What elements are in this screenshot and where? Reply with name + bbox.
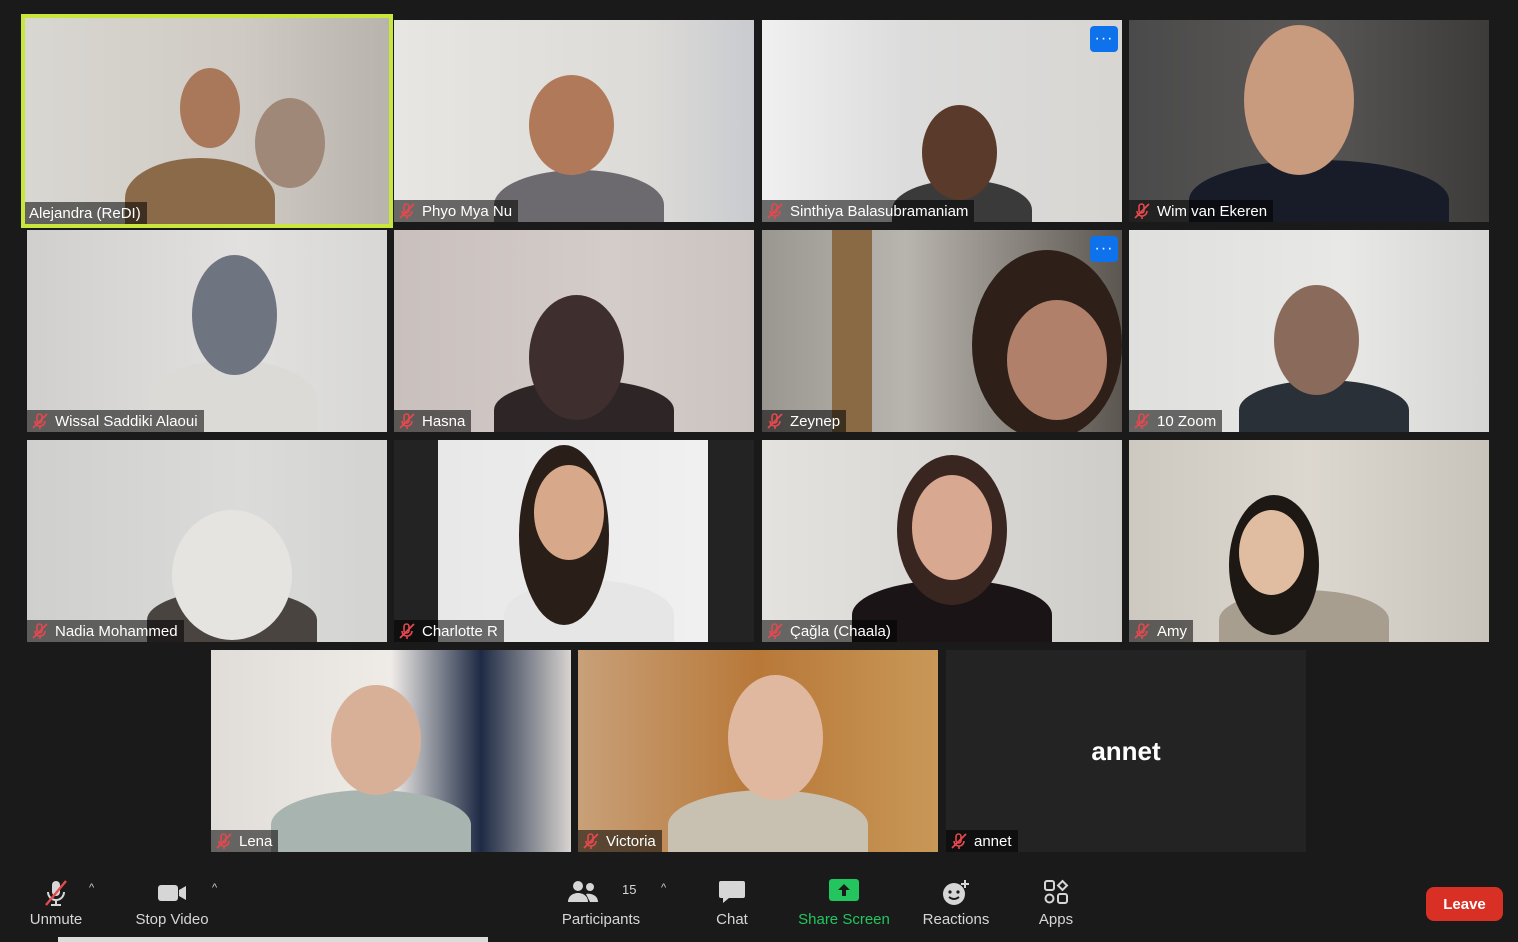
meeting-toolbar: Unmute ^ Stop Video ^ 15 Participants ^ … — [0, 870, 1518, 942]
taskbar-strip — [58, 937, 488, 942]
video-tile-annet[interactable]: annet annet — [946, 650, 1306, 852]
participant-name-bar: Zeynep — [762, 410, 847, 432]
apps-button[interactable]: Apps — [1030, 870, 1082, 938]
participant-name-bar: Victoria — [578, 830, 662, 852]
video-tile-amy[interactable]: Amy — [1129, 440, 1489, 642]
video-camera-icon — [158, 885, 186, 901]
audio-options-caret-icon[interactable]: ^ — [89, 882, 94, 894]
chat-icon — [719, 881, 745, 903]
participant-name: Wissal Saddiki Alaoui — [55, 412, 198, 430]
video-tile-wim[interactable]: Wim van Ekeren — [1129, 20, 1489, 222]
unmute-button[interactable]: Unmute — [20, 870, 92, 938]
participant-name: Victoria — [606, 832, 656, 850]
video-options-caret-icon[interactable]: ^ — [212, 882, 217, 894]
participant-name: Nadia Mohammed — [55, 622, 178, 640]
apps-label: Apps — [1038, 911, 1074, 928]
mic-muted-icon — [767, 413, 783, 429]
video-tile-hasna[interactable]: Hasna — [394, 230, 754, 432]
mic-muted-icon — [32, 413, 48, 429]
mic-muted-icon — [1134, 413, 1150, 429]
video-tile-nadia[interactable]: Nadia Mohammed — [27, 440, 387, 642]
participant-name-bar: Nadia Mohammed — [27, 620, 184, 642]
mic-muted-icon — [767, 623, 783, 639]
participant-name: Hasna — [422, 412, 466, 430]
reactions-icon — [943, 880, 969, 905]
participant-name: Wim van Ekeren — [1157, 202, 1268, 220]
unmute-label: Unmute — [29, 911, 83, 928]
mic-muted-icon — [1134, 623, 1150, 639]
participant-name-bar: Amy — [1129, 620, 1193, 642]
participant-name-bar: Sinthiya Balasubramaniam — [762, 200, 975, 222]
mic-muted-icon — [583, 833, 599, 849]
reactions-label: Reactions — [922, 911, 990, 928]
participant-name-bar: Alejandra (ReDI) — [25, 202, 147, 224]
participant-name: Çağla (Chaala) — [790, 622, 891, 640]
share-screen-icon — [829, 879, 859, 901]
video-tile-alejandra[interactable]: Alejandra (ReDI) — [21, 14, 393, 228]
video-tile-charlotte[interactable]: Charlotte R — [394, 440, 754, 642]
mic-muted-icon — [399, 623, 415, 639]
chat-button[interactable]: Chat — [704, 870, 760, 938]
video-tile-phyo[interactable]: Phyo Mya Nu — [394, 20, 754, 222]
video-tile-victoria[interactable]: Victoria — [578, 650, 938, 852]
participants-count: 15 — [622, 882, 637, 897]
participant-name: 10 Zoom — [1157, 412, 1217, 430]
participants-button[interactable]: 15 Participants — [556, 870, 646, 938]
video-tile-wissal[interactable]: Wissal Saddiki Alaoui — [27, 230, 387, 432]
participant-name: Alejandra (ReDI) — [29, 204, 141, 222]
participants-icon — [568, 881, 598, 902]
reactions-button[interactable]: Reactions — [918, 870, 994, 938]
participant-name: Charlotte R — [422, 622, 498, 640]
more-options-button[interactable]: ··· — [1090, 236, 1118, 262]
mic-off-icon — [45, 880, 67, 906]
video-off-name: annet — [1091, 735, 1161, 766]
more-options-button[interactable]: ··· — [1090, 26, 1118, 52]
chat-label: Chat — [716, 911, 748, 928]
participant-name: Zeynep — [790, 412, 841, 430]
mic-muted-icon — [399, 203, 415, 219]
participant-name-bar: Phyo Mya Nu — [394, 200, 519, 222]
stop-video-button[interactable]: Stop Video — [130, 870, 214, 938]
participant-name: Sinthiya Balasubramaniam — [790, 202, 969, 220]
apps-icon — [1044, 879, 1069, 904]
mic-muted-icon — [216, 833, 232, 849]
mic-muted-icon — [399, 413, 415, 429]
participant-name: Amy — [1157, 622, 1187, 640]
participant-name-bar: Charlotte R — [394, 620, 504, 642]
participants-label: Participants — [561, 911, 641, 928]
video-tile-cagla[interactable]: Çağla (Chaala) — [762, 440, 1122, 642]
mic-muted-icon — [951, 833, 967, 849]
stop-video-label: Stop Video — [135, 911, 209, 928]
mic-muted-icon — [1134, 203, 1150, 219]
share-screen-label: Share Screen — [798, 911, 890, 928]
leave-button[interactable]: Leave — [1426, 887, 1503, 921]
participant-name-bar: Lena — [211, 830, 279, 852]
video-tile-lena[interactable]: Lena — [211, 650, 571, 852]
mic-muted-icon — [32, 623, 48, 639]
participant-name-bar: 10 Zoom — [1129, 410, 1223, 432]
participant-name: annet — [974, 832, 1012, 850]
participants-options-caret-icon[interactable]: ^ — [661, 882, 666, 894]
participant-name: Lena — [239, 832, 273, 850]
participant-name-bar: annet — [946, 830, 1018, 852]
video-tile-10-zoom[interactable]: 10 Zoom — [1129, 230, 1489, 432]
mic-muted-icon — [767, 203, 783, 219]
share-screen-button[interactable]: Share Screen — [794, 870, 894, 938]
video-tile-zeynep[interactable]: ··· Zeynep — [762, 230, 1122, 432]
participant-name-bar: Wissal Saddiki Alaoui — [27, 410, 204, 432]
participant-name: Phyo Mya Nu — [422, 202, 513, 220]
video-tile-sinthiya[interactable]: ··· Sinthiya Balasubramaniam — [762, 20, 1122, 222]
participant-name-bar: Hasna — [394, 410, 472, 432]
participant-name-bar: Wim van Ekeren — [1129, 200, 1274, 222]
participant-name-bar: Çağla (Chaala) — [762, 620, 897, 642]
